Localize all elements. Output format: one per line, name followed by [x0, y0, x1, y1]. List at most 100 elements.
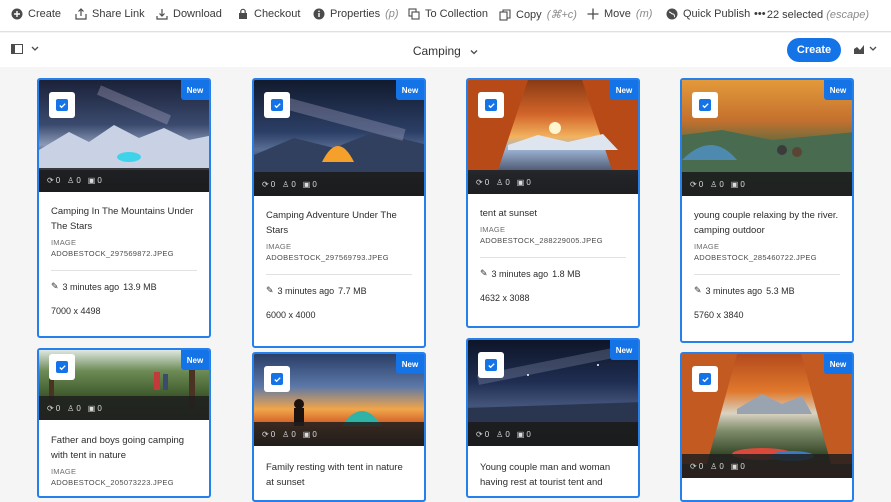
new-badge: New — [396, 354, 424, 374]
users-icon: ♙ 0 — [496, 177, 510, 187]
checkout-action[interactable]: Checkout — [237, 8, 300, 20]
file-size: 7.7 MB — [338, 285, 367, 296]
asset-modified: ✎ 3 minutes ago 13.9 MB — [51, 281, 197, 292]
asset-thumbnail: New ⟳ 0 ♙ 0 ▣ 0 — [254, 354, 424, 446]
page-title[interactable]: Camping — [0, 44, 891, 59]
selection-checkbox[interactable] — [49, 354, 75, 380]
quick-publish-action[interactable]: Quick Publish — [666, 8, 750, 20]
asset-type: IMAGE — [480, 225, 506, 234]
selection-checkbox[interactable] — [264, 366, 290, 392]
pencil-icon: ✎ — [266, 285, 274, 295]
info-icon — [313, 8, 325, 20]
copy-label: Copy — [516, 8, 542, 21]
checkmark-icon — [56, 361, 68, 373]
selection-checkbox[interactable] — [692, 92, 718, 118]
copy-action[interactable]: Copy (⌘+c) — [499, 8, 577, 21]
asset-card[interactable]: New ⟳ 0 ♙ 0 ▣ 0 Family resting with tent… — [252, 352, 426, 502]
page-title-text: Camping — [412, 44, 461, 58]
create-action[interactable]: Create — [11, 8, 61, 20]
comment-icon: ▣ 0 — [302, 429, 317, 439]
share-link-label: Share Link — [92, 8, 145, 20]
new-badge: New — [396, 80, 424, 100]
asset-title: Father and boys going camping with tent … — [51, 435, 185, 461]
lock-icon — [237, 8, 249, 20]
asset-stats: ⟳ 0 ♙ 0 ▣ 0 — [254, 422, 424, 446]
version-icon: ⟳ 0 — [47, 403, 61, 413]
version-icon: ⟳ 0 — [47, 175, 61, 185]
asset-info: Family resting with tent in nature at su… — [254, 446, 424, 500]
properties-shortcut: (p) — [385, 8, 399, 20]
selection-checkbox[interactable] — [692, 366, 718, 392]
share-icon — [75, 8, 87, 20]
checkmark-icon — [699, 99, 711, 111]
file-size: 1.8 MB — [552, 268, 581, 279]
comment-icon: ▣ 0 — [516, 177, 531, 187]
divider — [694, 274, 840, 275]
selection-checkbox[interactable] — [478, 92, 504, 118]
pencil-icon: ✎ — [51, 281, 59, 291]
add-circle-icon — [11, 8, 23, 20]
selection-checkbox[interactable] — [478, 352, 504, 378]
checkmark-icon — [699, 373, 711, 385]
create-button[interactable]: Create — [787, 38, 841, 62]
asset-card[interactable]: New ⟳ 0 ♙ 0 ▣ 0 tent at sunset IMAGE ADO… — [466, 78, 640, 328]
share-link-action[interactable]: Share Link — [75, 8, 145, 20]
move-shortcut: (m) — [635, 8, 653, 20]
version-icon: ⟳ 0 — [262, 179, 276, 189]
download-action[interactable]: Download — [156, 8, 222, 20]
asset-filename: ADOBESTOCK_297569872.JPEG — [51, 249, 174, 258]
asset-title: young couple relaxing by the river. camp… — [694, 210, 839, 236]
selection-checkbox[interactable] — [264, 92, 290, 118]
new-badge: New — [824, 354, 852, 374]
version-icon: ⟳ 0 — [262, 429, 276, 439]
asset-thumbnail: New ⟳ 0 ♙ 0 ▣ 0 — [39, 80, 209, 192]
asset-card[interactable]: New ⟳ 0 ♙ 0 ▣ 0 young couple relaxing by… — [680, 78, 854, 343]
checkmark-icon — [485, 99, 497, 111]
asset-card[interactable]: New ⟳ 0 ♙ 0 ▣ 0 Camping In The Mountains… — [37, 78, 211, 338]
to-collection-action[interactable]: To Collection — [408, 8, 488, 20]
asset-stats: ⟳ 0 ♙ 0 ▣ 0 — [468, 422, 638, 446]
asset-card[interactable]: New ⟳ 0 ♙ 0 ▣ 0 Father and boys going ca… — [37, 348, 211, 498]
selection-checkbox[interactable] — [49, 92, 75, 118]
more-icon: ••• — [754, 8, 766, 20]
asset-filename: ADOBESTOCK_297569793.JPEG — [266, 253, 389, 262]
comment-icon: ▣ 0 — [730, 179, 745, 189]
asset-type: IMAGE — [266, 242, 292, 251]
users-icon: ♙ 0 — [282, 429, 296, 439]
file-size: 5.3 MB — [766, 285, 795, 296]
copy-shortcut: (⌘+c) — [546, 9, 577, 21]
asset-card[interactable]: New ⟳ 0 ♙ 0 ▣ 0 Young couple man and wom… — [466, 338, 640, 498]
asset-stats: ⟳ 0 ♙ 0 ▣ 0 — [254, 172, 424, 196]
divider — [266, 274, 412, 275]
collection-icon — [408, 8, 420, 20]
asset-thumbnail: New ⟳ 0 ♙ 0 ▣ 0 — [682, 354, 852, 478]
create-action-label: Create — [28, 8, 62, 20]
asset-card[interactable]: New ⟳ 0 ♙ 0 ▣ 0 Camping Adventure Under … — [252, 78, 426, 348]
comment-icon: ▣ 0 — [730, 461, 745, 471]
move-action[interactable]: Move (m) — [587, 8, 652, 20]
asset-filename: ADOBESTOCK_288229005.JPEG — [480, 236, 603, 245]
selection-count-text: 22 selected — [766, 9, 824, 21]
asset-dimensions: 5760 x 3840 — [694, 310, 744, 320]
modified-time: 3 minutes ago — [62, 281, 120, 292]
pencil-icon: ✎ — [694, 285, 702, 295]
file-size: 13.9 MB — [123, 281, 157, 292]
asset-type: IMAGE — [51, 238, 77, 247]
checkmark-icon — [271, 373, 283, 385]
checkout-label: Checkout — [254, 8, 301, 20]
asset-thumbnail: New ⟳ 0 ♙ 0 ▣ 0 — [39, 350, 209, 420]
users-icon: ♙ 0 — [710, 179, 724, 189]
new-badge: New — [824, 80, 852, 100]
view-switcher[interactable] — [853, 43, 877, 55]
download-label: Download — [173, 8, 222, 20]
asset-stats: ⟳ 0 ♙ 0 ▣ 0 — [39, 396, 209, 420]
properties-action[interactable]: Properties (p) — [313, 8, 399, 20]
divider — [480, 257, 626, 258]
asset-title: Family resting with tent in nature at su… — [266, 462, 403, 488]
to-collection-label: To Collection — [425, 8, 488, 20]
asset-card[interactable]: New ⟳ 0 ♙ 0 ▣ 0 — [680, 352, 854, 502]
more-actions-button[interactable]: ••• — [754, 8, 766, 20]
users-icon: ♙ 0 — [67, 403, 81, 413]
asset-filename: ADOBESTOCK_205073223.JPEG — [51, 478, 174, 487]
selection-count[interactable]: 22 selected (escape) — [767, 9, 869, 21]
